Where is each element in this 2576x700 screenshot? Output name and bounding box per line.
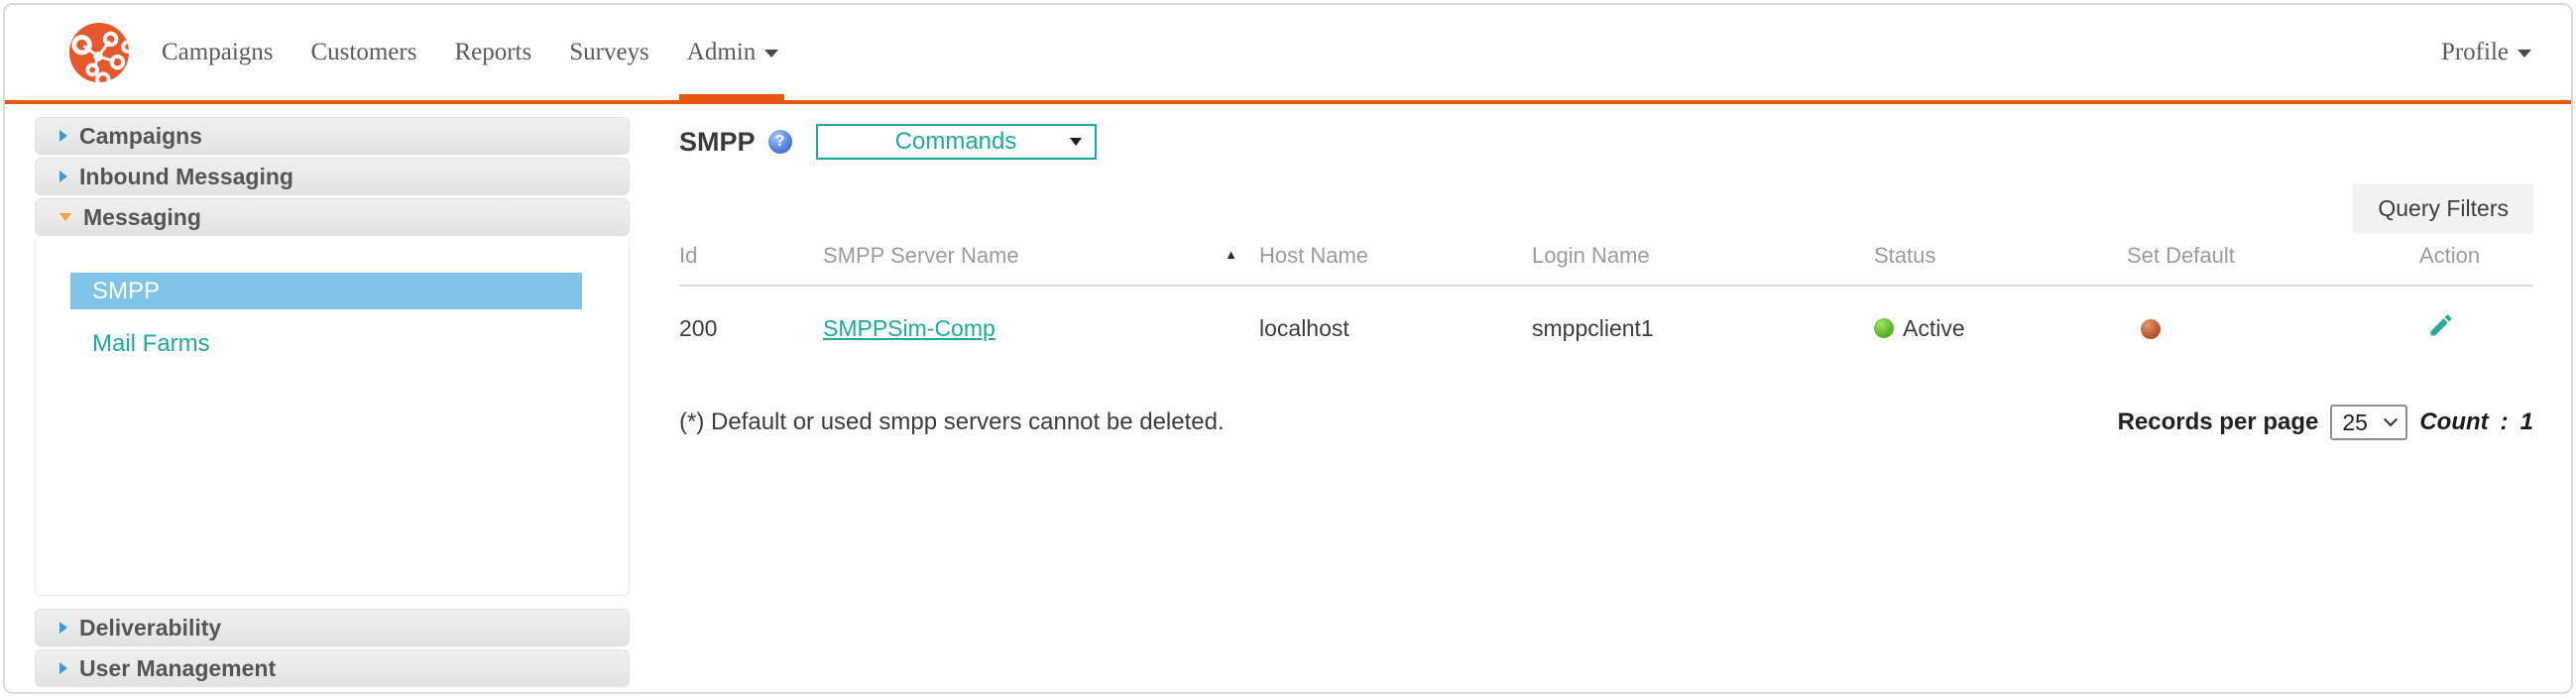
nav-item-campaigns[interactable]: Campaigns — [162, 39, 274, 66]
nav-item-surveys[interactable]: Surveys — [569, 39, 649, 66]
sidebar-section-campaigns[interactable]: Campaigns — [35, 117, 630, 155]
nav-item-customers[interactable]: Customers — [311, 39, 417, 66]
nav-item-admin-label: Admin — [687, 39, 756, 65]
sidebar-section-deliverability[interactable]: Deliverability — [35, 609, 630, 646]
column-header-host-name[interactable]: Host Name — [1259, 239, 1532, 286]
sidebar-section-label: Messaging — [83, 204, 201, 231]
column-header-action[interactable]: Action — [2419, 239, 2533, 286]
chevron-down-icon — [2517, 50, 2531, 58]
title-row: SMPP ? Commands — [679, 122, 2533, 162]
table-footer: (*) Default or used smpp servers cannot … — [679, 405, 2533, 440]
smpp-servers-table: Id SMPP Server Name ▲ Host Name Login Na… — [679, 239, 2533, 371]
column-header-server-name[interactable]: SMPP Server Name ▲ — [823, 239, 1259, 286]
help-icon[interactable]: ? — [768, 130, 792, 154]
chevron-right-icon — [59, 622, 67, 634]
sidebar-item-smpp[interactable]: SMPP — [70, 273, 582, 309]
sidebar-section-messaging[interactable]: Messaging — [35, 198, 630, 236]
sidebar-section-label: Campaigns — [79, 123, 202, 150]
chevron-right-icon — [59, 130, 67, 142]
content-area: Campaigns Inbound Messaging Messaging SM… — [5, 104, 2571, 690]
app-window: Campaigns Customers Reports Surveys Admi… — [3, 3, 2573, 694]
main-panel: SMPP ? Commands Query Filters Id — [630, 104, 2571, 440]
page-title: SMPP — [679, 127, 756, 158]
records-per-page-label: Records per page — [2118, 408, 2319, 436]
record-count: Count : 1 — [2419, 408, 2533, 436]
profile-label: Profile — [2441, 39, 2509, 65]
cell-id: 200 — [679, 286, 823, 371]
deletion-note: (*) Default or used smpp servers cannot … — [679, 408, 1225, 436]
sidebar-messaging-panel: SMPP Mail Farms — [35, 239, 630, 596]
pagination-controls: Records per page 25 Count : 1 — [2118, 405, 2533, 440]
status-active-dot-icon — [1874, 318, 1894, 338]
chevron-down-icon — [59, 213, 71, 221]
sidebar: Campaigns Inbound Messaging Messaging SM… — [35, 117, 630, 690]
count-value: 1 — [2520, 408, 2533, 436]
main-nav: Campaigns Customers Reports Surveys Admi… — [162, 39, 778, 66]
chevron-right-icon — [59, 662, 67, 674]
query-filters-button[interactable]: Query Filters — [2353, 183, 2533, 233]
column-header-id[interactable]: Id — [679, 239, 823, 286]
column-header-login-name[interactable]: Login Name — [1532, 239, 1874, 286]
records-per-page-value: 25 — [2342, 409, 2368, 436]
profile-menu[interactable]: Profile — [2441, 39, 2531, 66]
sidebar-section-label: User Management — [79, 655, 276, 682]
table-header-row: Id SMPP Server Name ▲ Host Name Login Na… — [679, 239, 2533, 286]
edit-pencil-icon[interactable] — [2427, 311, 2455, 339]
sidebar-section-label: Deliverability — [79, 615, 221, 642]
sidebar-section-user-management[interactable]: User Management — [35, 649, 630, 687]
cell-login-name: smppclient1 — [1532, 286, 1874, 371]
filters-row: Query Filters — [679, 183, 2533, 233]
count-colon: : — [2501, 408, 2509, 436]
nav-item-admin[interactable]: Admin — [687, 39, 778, 66]
cell-host-name: localhost — [1259, 286, 1532, 371]
status-label: Active — [1903, 315, 1965, 342]
count-label: Count — [2419, 408, 2488, 436]
server-name-link[interactable]: SMPPSim-Comp — [823, 315, 995, 341]
commands-dropdown-value: Commands — [895, 128, 1017, 156]
commands-dropdown[interactable]: Commands — [816, 124, 1097, 160]
sort-asc-icon: ▲ — [1225, 247, 1237, 262]
chevron-down-icon — [2384, 412, 2398, 426]
set-default-toggle-icon[interactable] — [2141, 319, 2161, 339]
table-row: 200 SMPPSim-Comp localhost smppclient1 A… — [679, 286, 2533, 371]
records-per-page-select[interactable]: 25 — [2330, 405, 2407, 440]
status-badge: Active — [1874, 315, 2127, 342]
chevron-right-icon — [59, 171, 67, 182]
top-nav-bar: Campaigns Customers Reports Surveys Admi… — [5, 5, 2571, 104]
chevron-down-icon — [764, 50, 778, 58]
nav-item-reports[interactable]: Reports — [454, 39, 531, 66]
chevron-down-icon — [1070, 138, 1082, 146]
column-header-label: SMPP Server Name — [823, 243, 1019, 268]
column-header-set-default[interactable]: Set Default — [2127, 239, 2419, 286]
sidebar-item-mail-farms[interactable]: Mail Farms — [92, 330, 210, 358]
sidebar-section-label: Inbound Messaging — [79, 164, 293, 190]
sidebar-section-inbound-messaging[interactable]: Inbound Messaging — [35, 158, 630, 195]
brand-molecule-logo[interactable] — [68, 22, 130, 83]
column-header-status[interactable]: Status — [1874, 239, 2127, 286]
